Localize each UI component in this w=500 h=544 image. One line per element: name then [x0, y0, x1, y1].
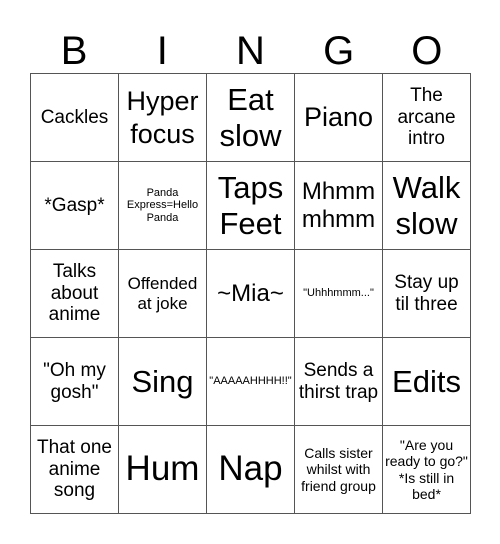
bingo-cell[interactable]: That one anime song: [30, 425, 119, 514]
bingo-cell[interactable]: Sing: [118, 337, 207, 426]
bingo-cell[interactable]: "Are you ready to go?" *Is still in bed*: [382, 425, 471, 514]
bingo-cell[interactable]: "Uhhhmmm...": [294, 249, 383, 338]
bingo-cell[interactable]: Cackles: [30, 73, 119, 162]
grid-row: "Oh my gosh" Sing "AAAAAHHHH!!" Sends a …: [30, 337, 471, 426]
grid-row: Talks about anime Offended at joke ~Mia~…: [30, 249, 471, 338]
bingo-cell[interactable]: Piano: [294, 73, 383, 162]
bingo-cell[interactable]: "AAAAAHHHH!!": [206, 337, 295, 426]
bingo-header: B I N G O: [30, 0, 471, 73]
bingo-cell[interactable]: Hum: [118, 425, 207, 514]
bingo-cell[interactable]: ~Mia~: [206, 249, 295, 338]
bingo-cell[interactable]: Talks about anime: [30, 249, 119, 338]
bingo-cell[interactable]: Taps Feet: [206, 161, 295, 250]
bingo-cell[interactable]: Offended at joke: [118, 249, 207, 338]
bingo-cell[interactable]: Mhmm mhmm: [294, 161, 383, 250]
header-letter-g: G: [323, 29, 355, 73]
header-letter-n: N: [236, 29, 265, 73]
header-letter-b: B: [60, 29, 88, 73]
grid-row: *Gasp* Panda Express=Hello Panda Taps Fe…: [30, 161, 471, 250]
bingo-cell[interactable]: Eat slow: [206, 73, 295, 162]
bingo-cell[interactable]: Hyper focus: [118, 73, 207, 162]
bingo-cell[interactable]: Edits: [382, 337, 471, 426]
bingo-grid: Cackles Hyper focus Eat slow Piano The a…: [30, 73, 471, 514]
bingo-cell[interactable]: "Oh my gosh": [30, 337, 119, 426]
grid-row: Cackles Hyper focus Eat slow Piano The a…: [30, 73, 471, 162]
header-letter-o: O: [411, 29, 443, 73]
bingo-cell[interactable]: Walk slow: [382, 161, 471, 250]
grid-row: That one anime song Hum Nap Calls sister…: [30, 425, 471, 514]
header-letter-i: I: [156, 29, 168, 73]
bingo-cell[interactable]: Panda Express=Hello Panda: [118, 161, 207, 250]
bingo-cell[interactable]: *Gasp*: [30, 161, 119, 250]
bingo-cell[interactable]: Stay up til three: [382, 249, 471, 338]
bingo-cell[interactable]: Nap: [206, 425, 295, 514]
bingo-cell[interactable]: The arcane intro: [382, 73, 471, 162]
bingo-cell[interactable]: Calls sister whilst with friend group: [294, 425, 383, 514]
bingo-cell[interactable]: Sends a thirst trap: [294, 337, 383, 426]
